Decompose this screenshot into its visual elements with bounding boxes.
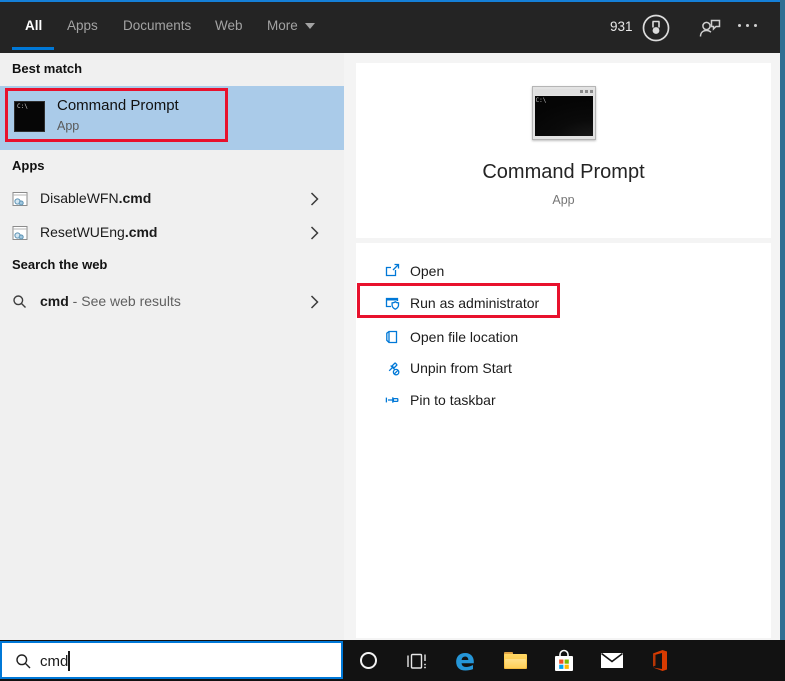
action-pin-to-taskbar[interactable]: Pin to taskbar (356, 384, 771, 416)
unpin-icon (384, 360, 400, 376)
results-panel: Best match C:\ Command Prompt App Apps D… (0, 53, 344, 640)
chevron-down-icon (304, 23, 315, 29)
task-view-icon[interactable] (403, 640, 429, 681)
web-suffix: - See web results (68, 293, 181, 309)
cmd-file-icon (12, 225, 28, 241)
web-search-result[interactable]: cmd - See web results (0, 286, 344, 318)
window-border-top (0, 0, 785, 2)
action-run-as-administrator[interactable]: Run as administrator (356, 287, 771, 319)
app-result-label: DisableWFN.cmd (40, 190, 151, 206)
office-icon[interactable] (644, 640, 671, 681)
context-actions-card: Open Run as administrator Open file loca… (356, 243, 771, 638)
web-result-label: cmd - See web results (40, 293, 181, 309)
tab-apps[interactable]: Apps (67, 18, 98, 33)
action-label: Open (410, 263, 445, 279)
search-flyout-window: All Apps Documents Web More 931 Best mat… (0, 0, 785, 681)
tab-more-label: More (267, 18, 298, 33)
cmd-icon-text: C:\ (17, 103, 28, 110)
action-open-file-location[interactable]: Open file location (356, 321, 771, 353)
best-match-title: Command Prompt (57, 97, 179, 114)
tab-web[interactable]: Web (215, 18, 243, 33)
feedback-person-icon[interactable] (697, 15, 723, 41)
open-window-icon (384, 263, 400, 279)
more-options-icon[interactable] (738, 24, 757, 27)
tab-all[interactable]: All (25, 18, 42, 33)
file-match: .cmd (124, 224, 158, 240)
preview-header-card: C:\ Command Prompt App (356, 63, 771, 238)
command-prompt-window-icon: C:\ (531, 86, 596, 140)
action-label: Pin to taskbar (410, 392, 496, 408)
file-name: ResetWUEng (40, 224, 125, 240)
action-open[interactable]: Open (356, 255, 771, 287)
rewards-points-count: 931 (610, 19, 633, 34)
chevron-right-icon[interactable] (310, 226, 319, 240)
store-icon[interactable] (551, 640, 577, 681)
text-caret (68, 651, 70, 671)
taskbar: cmd e (0, 640, 785, 681)
search-filter-bar: All Apps Documents Web More 931 (0, 2, 785, 53)
cortana-icon[interactable] (355, 640, 381, 681)
cmd-icon-text: C:\ (535, 97, 547, 104)
app-result-resetwueng[interactable]: ResetWUEng.cmd (0, 217, 344, 249)
file-match: .cmd (118, 190, 152, 206)
preview-subtitle: App (552, 193, 575, 207)
chevron-right-icon[interactable] (310, 192, 319, 206)
cmd-file-icon (12, 191, 28, 207)
mail-icon[interactable] (598, 640, 625, 681)
command-prompt-icon: C:\ (14, 101, 45, 132)
web-query: cmd (40, 293, 69, 309)
edge-icon[interactable]: e (450, 640, 480, 681)
app-result-disablewfn[interactable]: DisableWFN.cmd (0, 183, 344, 215)
search-input-value: cmd (40, 653, 69, 670)
action-label: Open file location (410, 329, 519, 345)
admin-shield-icon (384, 295, 400, 311)
app-result-label: ResetWUEng.cmd (40, 224, 158, 240)
best-match-subtitle: App (57, 119, 80, 133)
best-match-header: Best match (12, 61, 83, 76)
preview-title: Command Prompt (482, 161, 645, 183)
apps-section-header: Apps (12, 158, 45, 173)
file-explorer-icon[interactable] (501, 640, 529, 681)
best-match-result-command-prompt[interactable]: C:\ Command Prompt App (0, 86, 344, 150)
tab-documents[interactable]: Documents (123, 18, 191, 33)
action-label: Run as administrator (410, 295, 540, 311)
action-label: Unpin from Start (410, 360, 512, 376)
action-unpin-from-start[interactable]: Unpin from Start (356, 352, 771, 384)
search-icon (15, 653, 32, 670)
search-icon (12, 294, 28, 310)
file-location-icon (384, 329, 400, 345)
file-name: DisableWFN (40, 190, 119, 206)
icon-window-controls (579, 90, 593, 93)
window-border-right (780, 0, 785, 640)
preview-panel: C:\ Command Prompt App Open Run as admin… (344, 53, 780, 640)
pin-icon (384, 392, 400, 408)
search-input[interactable]: cmd (0, 641, 343, 679)
chevron-right-icon[interactable] (310, 295, 319, 309)
tab-more[interactable]: More (267, 18, 315, 33)
web-section-header: Search the web (12, 257, 108, 272)
active-tab-underline (12, 47, 54, 50)
rewards-medal-icon[interactable] (638, 10, 674, 46)
